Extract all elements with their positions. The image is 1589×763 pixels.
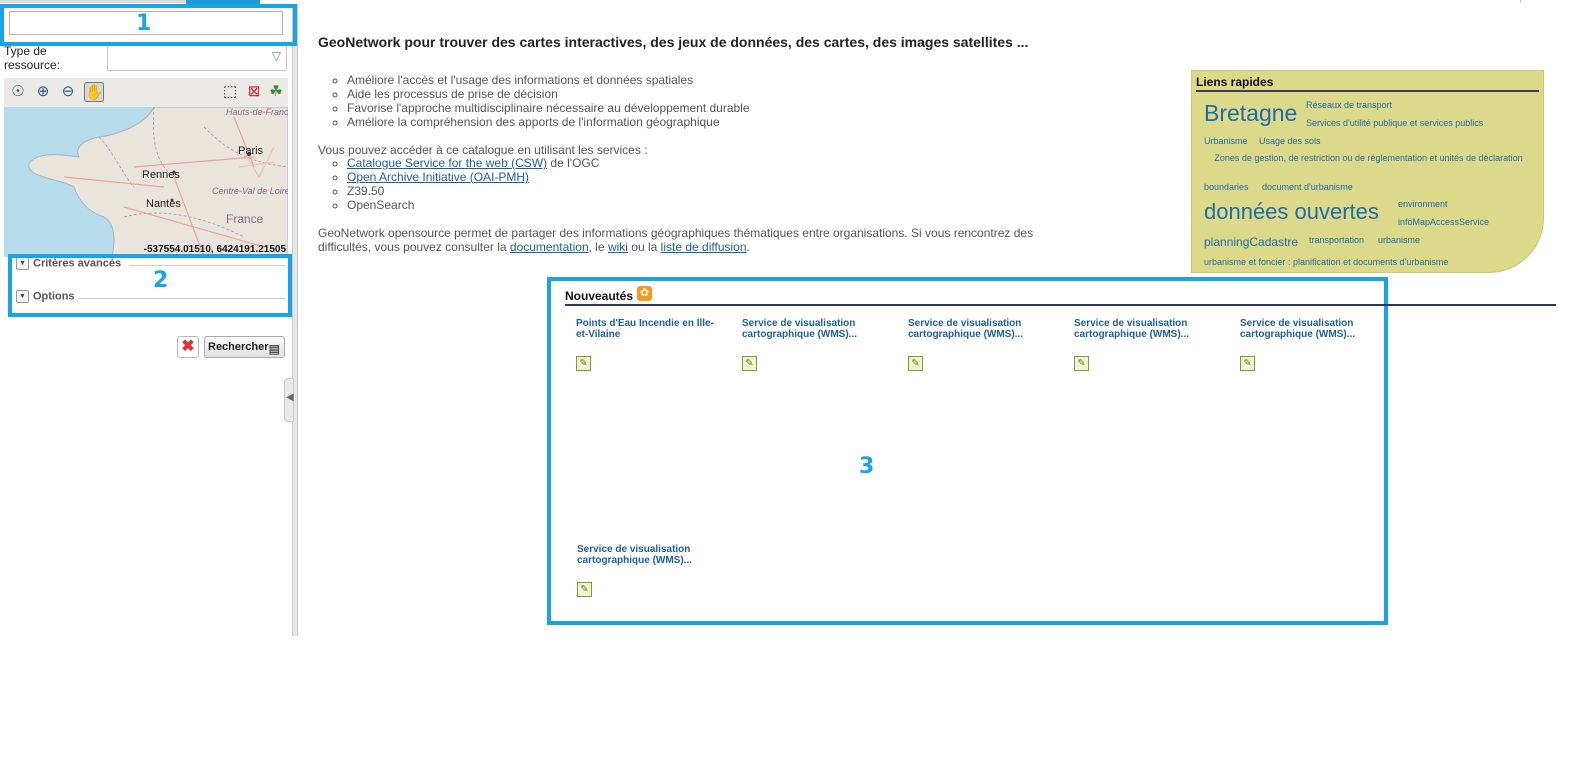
tag-link[interactable]: urbanisme [1378,235,1420,245]
map-toolbar: ☉ ⊕ ⊖ ✋ ⬚ ⊠ ☘ [4,78,288,108]
list-item: Améliore la compréhension des apports de… [347,115,750,129]
tag-link[interactable]: environment [1398,199,1448,209]
map-label: Nantes [146,198,181,210]
resource-type-select[interactable]: ▽ [107,44,287,71]
service-suffix: de l'OGC [547,156,600,170]
news-item-title[interactable]: Points d'Eau Incendie en Ille-et-Vilaine [576,318,716,340]
documentation-link[interactable]: documentation [510,240,589,254]
map-label: Hauts-de-France [226,107,288,117]
tag-link[interactable]: Urbanisme [1204,136,1248,146]
collapse-panel-button[interactable]: ◀ [284,378,294,422]
chevron-left-icon: ◀ [286,392,294,403]
map-thumbnail-icon[interactable]: ✎ [576,356,591,371]
zoom-extent-icon[interactable]: ☉ [8,82,28,102]
tag-link[interactable]: planningCadastre [1204,235,1298,249]
csw-link[interactable]: Catalogue Service for the web (CSW) [347,156,547,170]
wiki-link[interactable]: wiki [608,240,628,254]
features-list: Améliore l'accès et l'usage des informat… [330,73,750,129]
news-item-title[interactable]: Service de visualisation cartographique … [577,544,717,566]
news-divider [565,304,1556,306]
list-item: Z39.50 [347,184,599,198]
news-item-title[interactable]: Service de visualisation cartographique … [908,318,1048,340]
zoom-in-icon[interactable]: ⊕ [33,82,53,102]
news-title: Nouveautés [565,289,634,303]
map-label: Centre-Val de Loire [212,186,288,196]
list-item: OpenSearch [347,198,599,212]
full-extent-icon[interactable]: ☘ [266,82,286,102]
resource-type-label: Type de ressource: [4,44,61,72]
services-list: Catalogue Service for the web (CSW) de l… [330,156,599,212]
description-text: ou la [627,240,661,254]
map-label: Paris [238,145,264,157]
zoom-out-icon[interactable]: ⊖ [58,82,78,102]
tag-link[interactable]: Bretagne [1204,100,1297,127]
map-thumbnail-icon[interactable]: ✎ [1074,356,1089,371]
map-thumbnail-icon[interactable]: ✎ [1240,356,1255,371]
draw-box-icon[interactable]: ⬚ [220,82,240,102]
tag-link[interactable]: Réseaux de transport [1306,100,1392,110]
tag-link[interactable]: urbanisme et foncier : planification et … [1204,257,1448,267]
page-title: GeoNetwork pour trouver des cartes inter… [318,34,1029,50]
service-name: OpenSearch [347,198,415,212]
map-thumbnail-icon[interactable]: ✎ [577,582,592,597]
oai-pmh-link[interactable]: Open Archive Initiative (OAI-PMH) [347,170,529,184]
clear-search-button[interactable]: ✖ [177,336,199,358]
list-item: Catalogue Service for the web (CSW) de l… [347,156,599,170]
close-icon: ✖ [181,338,195,355]
tag-link[interactable]: infoMapAccessService [1398,217,1489,227]
news-item-title[interactable]: Service de visualisation cartographique … [1074,318,1214,340]
tag-link[interactable]: données ouvertes [1204,199,1379,225]
map-thumbnail-icon[interactable]: ✎ [908,356,923,371]
top-separator [1520,0,1521,3]
list-item: Améliore l'accès et l'usage des informat… [347,73,750,87]
description: GeoNetwork opensource permet de partager… [318,226,1058,254]
annotation-number-3: 3 [859,454,875,479]
tag-link[interactable]: transportation [1309,235,1364,245]
rss-icon[interactable]: ✿ [637,286,652,301]
map-label: Rennes [142,169,180,181]
list-item: Favorise l'approche multidisciplinaire n… [347,101,750,115]
annotation-number-2: 2 [153,268,169,293]
quick-links-panel: Liens rapides Bretagne Réseaux de transp… [1191,70,1544,273]
filter-dropdown-icon: ▽ [271,49,281,63]
map-thumbnail-icon[interactable]: ✎ [742,356,757,371]
tag-link[interactable]: document d'urbanisme [1262,182,1353,192]
news-item-title[interactable]: Service de visualisation cartographique … [1240,318,1380,340]
description-text: . [746,240,750,254]
news-item-title[interactable]: Service de visualisation cartographique … [742,318,882,340]
map-view[interactable]: Hauts-de-France Paris Rennes Nantes Cent… [4,107,288,257]
mailing-list-link[interactable]: liste de diffusion [661,240,747,254]
search-button[interactable]: Rechercher ▤ [204,336,285,358]
services-intro: Vous pouvez accéder à ce catalogue en ut… [318,143,648,157]
annotation-number-1: 1 [136,11,152,36]
map-canvas: Hauts-de-France Paris Rennes Nantes Cent… [4,107,288,257]
search-button-label: Rechercher [208,341,269,353]
clear-selection-icon[interactable]: ⊠ [244,82,264,102]
list-item: Aide les processus de prise de décision [347,87,750,101]
description-text: , le [588,240,608,254]
annotation-box-2 [8,254,292,317]
binoculars-icon: ▤ [268,342,280,356]
service-name: Z39.50 [347,184,385,198]
tag-link[interactable]: Services d'utilité publique et services … [1306,118,1483,128]
panel-splitter[interactable] [292,4,298,636]
top-tab-inactive[interactable] [0,0,186,3]
tag-link[interactable]: Usage des sols [1259,136,1321,146]
quick-links-title: Liens rapides [1196,75,1539,92]
list-item: Open Archive Initiative (OAI-PMH) [347,170,599,184]
map-label: France [226,212,264,226]
pan-hand-icon[interactable]: ✋ [84,82,104,102]
tag-link[interactable]: boundaries [1204,182,1249,192]
tag-link[interactable]: Zones de gestion, de restriction ou de r… [1206,153,1531,164]
